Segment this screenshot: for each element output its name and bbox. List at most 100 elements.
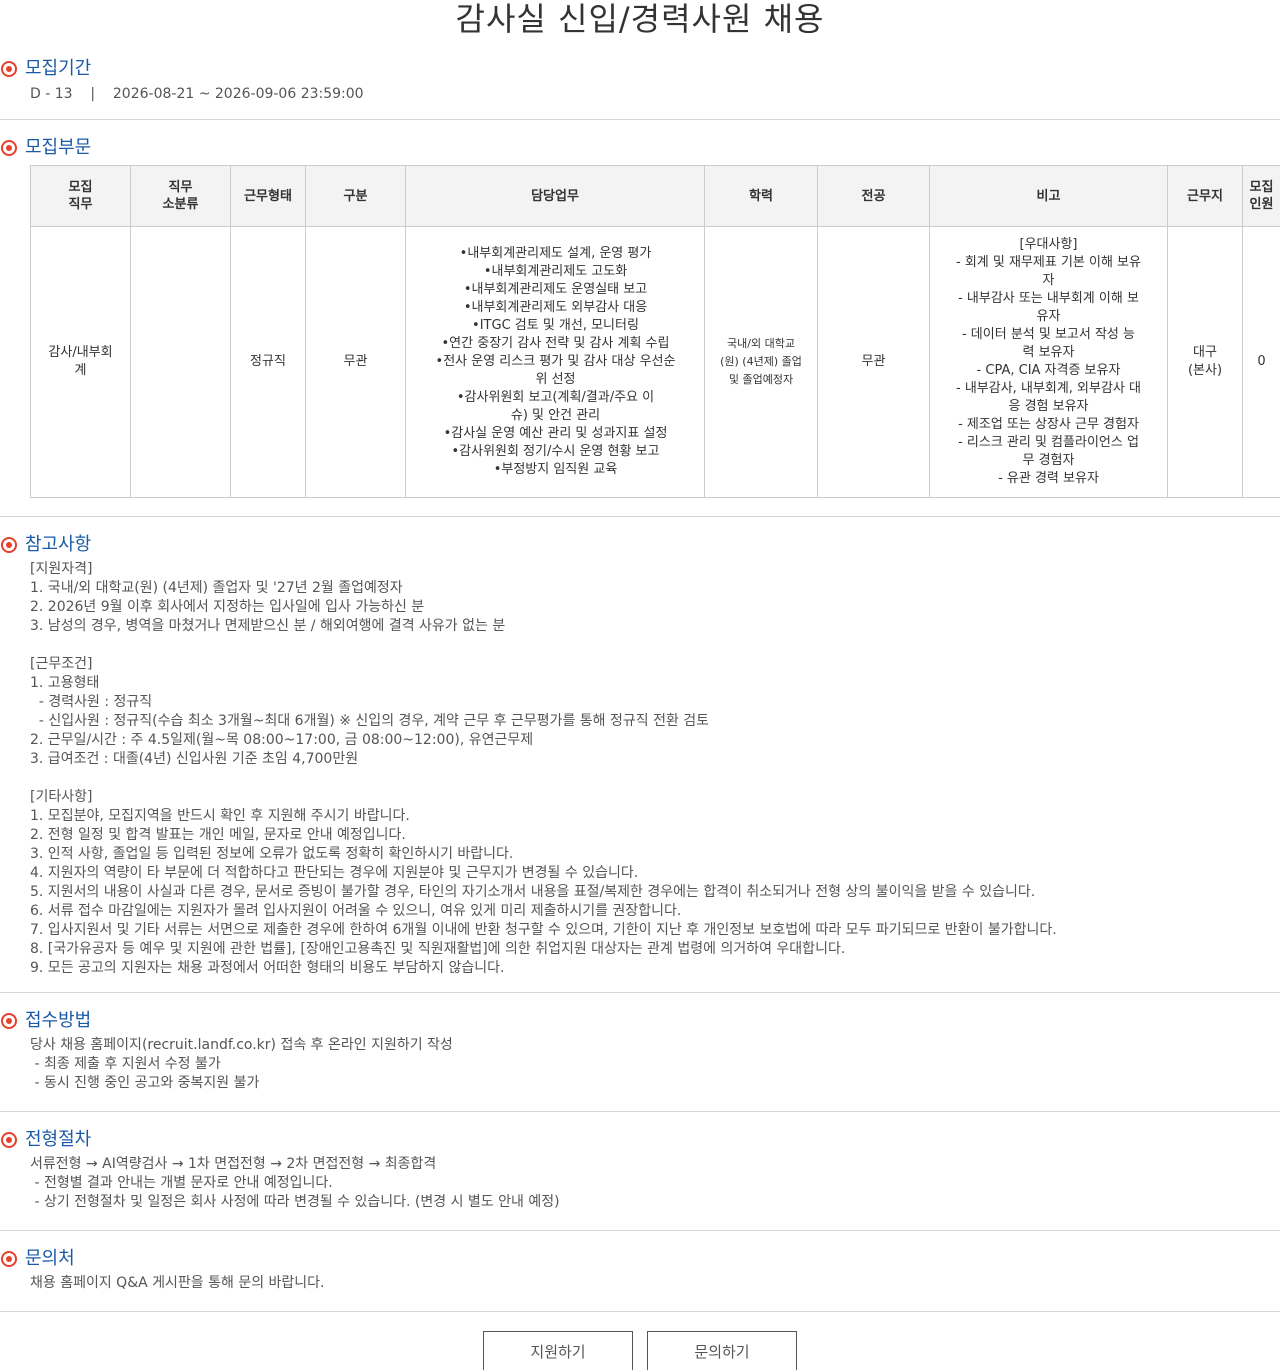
process-line: - 상기 전형절차 및 일정은 회사 사정에 따라 변경될 수 있습니다. (변… — [30, 1193, 1280, 1212]
header-job: 모집직무 — [31, 166, 131, 227]
duty-item: •감사실 운영 예산 관리 및 성과지표 설정 — [415, 425, 696, 443]
duty-item: •ITGC 검토 및 개선, 모니터링 — [415, 317, 696, 335]
note-item: - 내부감사, 내부회계, 외부감사 대응 경험 보유자 — [938, 380, 1159, 416]
apply-method-line: - 최종 제출 후 지원서 수정 불가 — [30, 1055, 1280, 1074]
note-item: - 회계 및 재무제표 기본 이해 보유자 — [938, 254, 1159, 290]
reference-line: - 경력사원 : 정규직 — [30, 693, 1280, 712]
reference-line: 4. 지원자의 역량이 타 부문에 더 적합하다고 판단되는 경우에 지원분야 … — [30, 864, 1280, 883]
reference-line: 8. [국가유공자 등 예우 및 지원에 관한 법률], [장애인고용촉진 및 … — [30, 940, 1280, 959]
apply-method-body: 당사 채용 홈페이지(recruit.landf.co.kr) 접속 후 온라인… — [0, 1036, 1280, 1093]
reference-line: 2. 2026년 9월 이후 회사에서 지정하는 입사일에 입사 가능하신 분 — [30, 598, 1280, 617]
page-title: 감사실 신입/경력사원 채용 — [0, 0, 1280, 40]
reference-line: 5. 지원서의 내용이 사실과 다른 경우, 문서로 증빙이 불가할 경우, 타… — [30, 883, 1280, 902]
header-sub: 직무소분류 — [131, 166, 231, 227]
reference-body: [지원자격]1. 국내/외 대학교(원) (4년제) 졸업자 및 '27년 2월… — [0, 560, 1280, 978]
header-count: 모집인원 — [1243, 166, 1280, 227]
cell-location: 대구(본사) — [1168, 227, 1243, 498]
process-body: 서류전형 → AI역량검사 → 1차 면접전형 → 2차 면접전형 → 최종합격… — [0, 1155, 1280, 1212]
reference-line: 3. 인적 사항, 졸업일 등 입력된 정보에 오류가 없도록 정확히 확인하시… — [30, 845, 1280, 864]
header-education: 학력 — [705, 166, 818, 227]
cell-education: 국내/외 대학교(원) (4년제) 졸업및 졸업예정자 — [705, 227, 818, 498]
process-line: 서류전형 → AI역량검사 → 1차 면접전형 → 2차 면접전형 → 최종합격 — [30, 1155, 1280, 1174]
period-section: 모집기간 D - 13 | 2026-08-21 ~ 2026-09-06 23… — [0, 56, 1280, 104]
duty-item: •부정방지 임직원 교육 — [415, 461, 696, 479]
radio-bullet-icon — [1, 1251, 17, 1267]
header-note: 비고 — [930, 166, 1168, 227]
reference-line: 1. 고용형태 — [30, 674, 1280, 693]
duty-item: •연간 중장기 감사 전략 및 감사 계획 수립 — [415, 335, 696, 353]
contact-section: 문의처 채용 홈페이지 Q&A 게시판을 통해 문의 바랍니다. — [0, 1246, 1280, 1293]
note-item: [우대사항] — [938, 236, 1159, 254]
section-title-contact: 문의처 — [25, 1246, 75, 1272]
process-line: - 전형별 결과 안내는 개별 문자로 안내 예정입니다. — [30, 1174, 1280, 1193]
reference-line: [지원자격] — [30, 560, 1280, 579]
divider — [0, 119, 1280, 120]
reference-line — [30, 636, 1280, 655]
reference-section: 참고사항 [지원자격]1. 국내/외 대학교(원) (4년제) 졸업자 및 '2… — [0, 532, 1280, 978]
reference-line: 9. 모든 공고의 지원자는 채용 과정에서 어떠한 형태의 비용도 부담하지 … — [30, 959, 1280, 978]
section-title-division: 모집부문 — [25, 135, 91, 161]
note-item: - 내부감사 또는 내부회계 이해 보유자 — [938, 290, 1159, 326]
cell-duty: •내부회계관리제도 설계, 운영 평가•내부회계관리제도 고도화•내부회계관리제… — [406, 227, 705, 498]
reference-line: 2. 전형 일정 및 합격 발표는 개인 메일, 문자로 안내 예정입니다. — [30, 826, 1280, 845]
divider — [0, 516, 1280, 517]
division-section: 모집부문 — [0, 135, 1280, 161]
note-list: [우대사항] - 회계 및 재무제표 기본 이해 보유자 - 내부감사 또는 내… — [930, 236, 1167, 488]
apply-button[interactable]: 지원하기 — [483, 1331, 633, 1370]
reference-line: 6. 서류 접수 마감일에는 지원자가 몰려 입사지원이 어려울 수 있으니, … — [30, 902, 1280, 921]
radio-bullet-icon — [1, 1132, 17, 1148]
radio-bullet-icon — [1, 140, 17, 156]
inquiry-button[interactable]: 문의하기 — [647, 1331, 797, 1370]
divider — [0, 1230, 1280, 1231]
radio-bullet-icon — [1, 61, 17, 77]
reference-line: 1. 국내/외 대학교(원) (4년제) 졸업자 및 '27년 2월 졸업예정자 — [30, 579, 1280, 598]
period-info: D - 13 | 2026-08-21 ~ 2026-09-06 23:59:0… — [0, 84, 1280, 104]
job-posting-page: 감사실 신입/경력사원 채용 모집기간 D - 13 | 2026-08-21 … — [0, 0, 1280, 1370]
cell-category: 무관 — [306, 227, 406, 498]
header-major: 전공 — [818, 166, 930, 227]
dday-badge: D - 13 — [30, 86, 73, 102]
section-title-period: 모집기간 — [25, 56, 91, 82]
cell-major: 무관 — [818, 227, 930, 498]
reference-line — [30, 769, 1280, 788]
reference-line: 7. 입사지원서 및 기타 서류는 서면으로 제출한 경우에 한하여 6개월 이… — [30, 921, 1280, 940]
apply-method-line: 당사 채용 홈페이지(recruit.landf.co.kr) 접속 후 온라인… — [30, 1036, 1280, 1055]
divider — [0, 1111, 1280, 1112]
cell-job: 감사/내부회계 — [31, 227, 131, 498]
apply-method-line: - 동시 진행 중인 공고와 중복지원 불가 — [30, 1074, 1280, 1093]
note-item: - 리스크 관리 및 컴플라이언스 업무 경험자 — [938, 434, 1159, 470]
reference-line: 2. 근무일/시간 : 주 4.5일제(월~목 08:00~17:00, 금 0… — [30, 731, 1280, 750]
note-item: - 유관 경력 보유자 — [938, 470, 1159, 488]
duty-item: •내부회계관리제도 설계, 운영 평가 — [415, 245, 696, 263]
radio-bullet-icon — [1, 537, 17, 553]
divider — [0, 1311, 1280, 1312]
cell-type: 정규직 — [231, 227, 306, 498]
section-title-reference: 참고사항 — [25, 532, 91, 558]
table-header-row: 모집직무 직무소분류 근무형태 구분 담당업무 학력 전공 비고 근무지 모집인… — [31, 166, 1280, 227]
process-section: 전형절차 서류전형 → AI역량검사 → 1차 면접전형 → 2차 면접전형 →… — [0, 1127, 1280, 1212]
note-item: - 데이터 분석 및 보고서 작성 능력 보유자 — [938, 326, 1159, 362]
table-row: 감사/내부회계 정규직 무관 •내부회계관리제도 설계, 운영 평가•내부회계관… — [31, 227, 1280, 498]
cell-sub — [131, 227, 231, 498]
contact-body: 채용 홈페이지 Q&A 게시판을 통해 문의 바랍니다. — [0, 1274, 1280, 1293]
apply-method-section: 접수방법 당사 채용 홈페이지(recruit.landf.co.kr) 접속 … — [0, 1008, 1280, 1093]
reference-line: 3. 급여조건 : 대졸(4년) 신입사원 기준 초임 4,700만원 — [30, 750, 1280, 769]
header-category: 구분 — [306, 166, 406, 227]
radio-bullet-icon — [1, 1013, 17, 1029]
duty-item: •감사위원회 정기/수시 운영 현황 보고 — [415, 443, 696, 461]
note-item: - CPA, CIA 자격증 보유자 — [938, 362, 1159, 380]
duty-item: •전사 운영 리스크 평가 및 감사 대상 우선순위 선정 — [415, 353, 696, 389]
duty-item: •내부회계관리제도 외부감사 대응 — [415, 299, 696, 317]
duty-item: •내부회계관리제도 운영실태 보고 — [415, 281, 696, 299]
reference-line: 3. 남성의 경우, 병역을 마쳤거나 면제받으신 분 / 해외여행에 결격 사… — [30, 617, 1280, 636]
header-type: 근무형태 — [231, 166, 306, 227]
reference-line: 1. 모집분야, 모집지역을 반드시 확인 후 지원해 주시기 바랍니다. — [30, 807, 1280, 826]
section-title-apply-method: 접수방법 — [25, 1008, 91, 1034]
duty-list: •내부회계관리제도 설계, 운영 평가•내부회계관리제도 고도화•내부회계관리제… — [406, 245, 704, 479]
header-location: 근무지 — [1168, 166, 1243, 227]
duty-item: •내부회계관리제도 고도화 — [415, 263, 696, 281]
reference-line: [근무조건] — [30, 655, 1280, 674]
cell-count: 0 — [1243, 227, 1280, 498]
divider — [0, 992, 1280, 993]
section-title-process: 전형절차 — [25, 1127, 91, 1153]
